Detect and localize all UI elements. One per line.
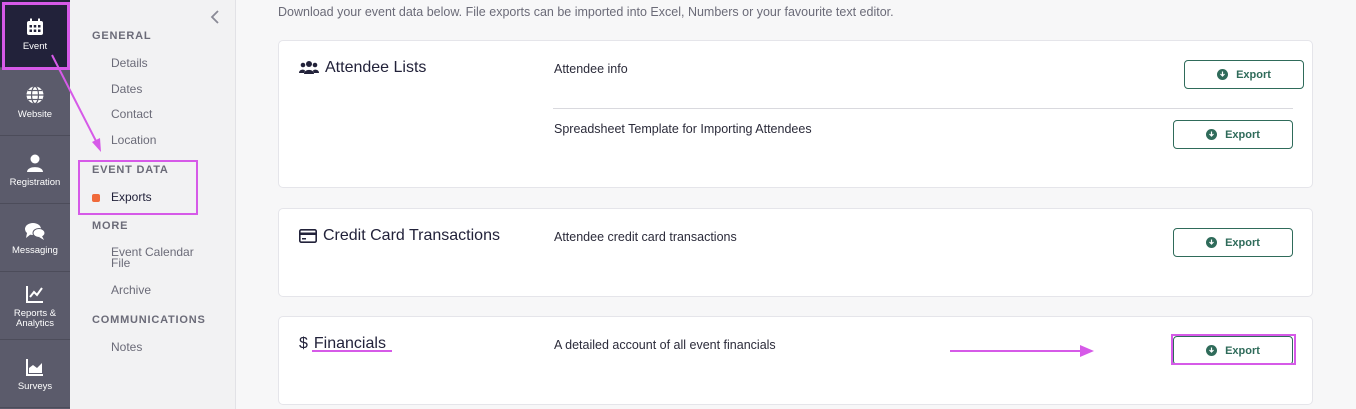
nav-item-notes[interactable]: Notes bbox=[111, 340, 142, 354]
card-credit-card-transactions: Credit Card Transactions Attendee credit… bbox=[278, 208, 1313, 297]
rail-item-website[interactable]: Website bbox=[0, 68, 70, 136]
rail-label: Registration bbox=[9, 176, 61, 188]
card-financials: $ Financials A detailed account of all e… bbox=[278, 316, 1313, 405]
intro-text: Download your event data below. File exp… bbox=[278, 5, 894, 19]
calendar-icon bbox=[24, 16, 46, 38]
nav-item-details[interactable]: Details bbox=[111, 56, 148, 70]
row-label-credit-card-transactions: Attendee credit card transactions bbox=[554, 230, 737, 244]
card-attendee-lists: Attendee Lists Attendee info Export Spre… bbox=[278, 40, 1313, 188]
icon-rail: Event Website Registration Messaging Rep… bbox=[0, 0, 70, 409]
nav-item-location[interactable]: Location bbox=[111, 133, 156, 147]
annotation-underline-financials bbox=[312, 350, 392, 352]
rail-label: Website bbox=[17, 108, 53, 120]
card-title-attendee-lists: Attendee Lists bbox=[299, 59, 426, 77]
credit-card-icon bbox=[299, 229, 317, 243]
rail-label: Messaging bbox=[12, 244, 58, 256]
rail-item-reports[interactable]: Reports & Analytics bbox=[0, 272, 70, 340]
row-label-attendee-info: Attendee info bbox=[554, 62, 628, 76]
download-icon bbox=[1217, 69, 1229, 80]
rail-label: Surveys bbox=[17, 380, 53, 392]
section-heading-event-data: EVENT DATA bbox=[92, 164, 169, 176]
rail-item-surveys[interactable]: Surveys bbox=[0, 340, 70, 408]
download-icon bbox=[1206, 129, 1218, 140]
nav-item-contact[interactable]: Contact bbox=[111, 107, 152, 121]
survey-icon bbox=[24, 356, 46, 378]
row-label-spreadsheet-template: Spreadsheet Template for Importing Atten… bbox=[554, 122, 812, 136]
download-icon bbox=[1206, 345, 1218, 356]
nav-item-dates[interactable]: Dates bbox=[111, 82, 142, 96]
section-heading-more: MORE bbox=[92, 220, 129, 232]
chat-icon bbox=[24, 220, 46, 242]
export-label: Export bbox=[1225, 344, 1260, 357]
rail-item-event[interactable]: Event bbox=[0, 0, 70, 68]
person-icon bbox=[24, 152, 46, 174]
nav-item-exports[interactable]: Exports bbox=[111, 190, 152, 204]
section-heading-general: GENERAL bbox=[92, 30, 152, 42]
export-label: Export bbox=[1225, 236, 1260, 249]
nav-item-event-calendar-file[interactable]: Event Calendar File bbox=[111, 246, 194, 270]
globe-icon bbox=[24, 84, 46, 106]
users-icon bbox=[299, 60, 319, 76]
card-title-text: Attendee Lists bbox=[325, 59, 427, 76]
card-title-text: Credit Card Transactions bbox=[323, 227, 500, 244]
rail-label: Reports & Analytics bbox=[13, 307, 57, 329]
nav-item-archive[interactable]: Archive bbox=[111, 283, 151, 297]
collapse-chevron-icon[interactable] bbox=[208, 9, 222, 25]
row-divider bbox=[553, 108, 1293, 109]
active-indicator-dot bbox=[92, 194, 100, 202]
export-button-spreadsheet-template[interactable]: Export bbox=[1173, 120, 1293, 149]
export-label: Export bbox=[1236, 68, 1271, 81]
rail-item-messaging[interactable]: Messaging bbox=[0, 204, 70, 272]
download-icon bbox=[1206, 237, 1218, 248]
rail-item-registration[interactable]: Registration bbox=[0, 136, 70, 204]
export-button-credit-card[interactable]: Export bbox=[1173, 228, 1293, 257]
card-title-credit-card: Credit Card Transactions bbox=[299, 227, 500, 245]
export-button-financials[interactable]: Export bbox=[1173, 336, 1293, 365]
export-button-attendee-info[interactable]: Export bbox=[1184, 60, 1304, 89]
sub-navigation: GENERAL Details Dates Contact Location E… bbox=[70, 0, 236, 409]
chart-icon bbox=[24, 283, 46, 305]
export-label: Export bbox=[1225, 128, 1260, 141]
section-heading-communications: COMMUNICATIONS bbox=[92, 314, 206, 326]
rail-label: Event bbox=[22, 40, 48, 52]
nav-item-label-line2: File bbox=[111, 256, 131, 270]
dollar-icon: $ bbox=[299, 335, 308, 352]
row-label-financials: A detailed account of all event financia… bbox=[554, 338, 776, 352]
